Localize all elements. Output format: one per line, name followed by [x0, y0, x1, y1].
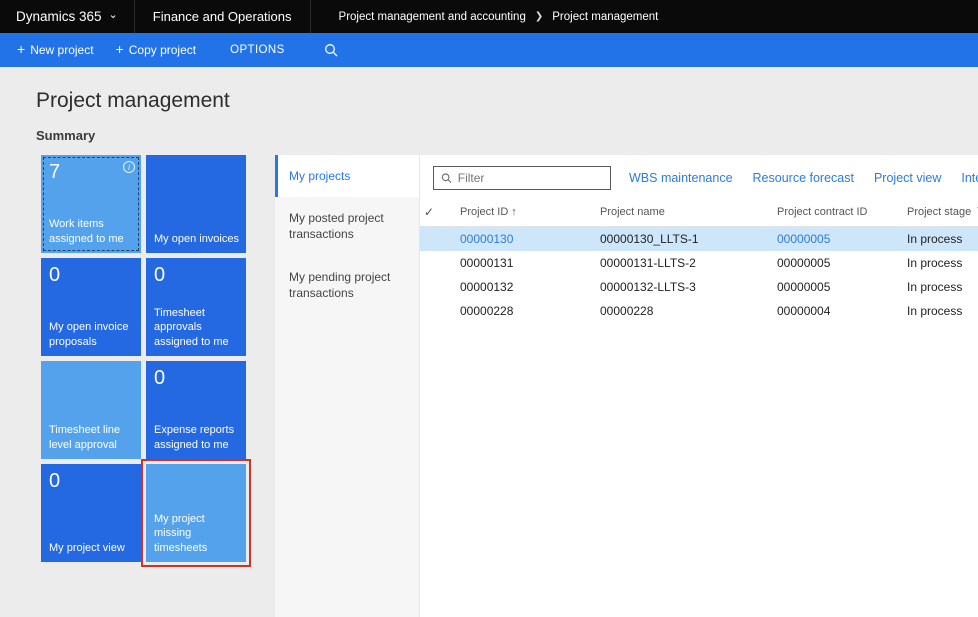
app-launcher[interactable]: Dynamics 365 ⌄: [0, 0, 134, 33]
sort-ascending-icon: ↑: [511, 206, 517, 218]
summary-section-label: Summary: [36, 128, 978, 143]
search-icon: [324, 43, 338, 57]
breadcrumb: Project management and accounting ❯ Proj…: [339, 11, 659, 23]
project-stage-cell: In process: [903, 299, 978, 323]
tab-my-projects[interactable]: My projects: [275, 155, 419, 197]
project-id-cell[interactable]: 00000131: [456, 251, 596, 275]
chevron-down-icon: ⌄: [109, 8, 118, 21]
table-row[interactable]: 00000132 00000132-LLTS-3 00000005 In pro…: [420, 275, 978, 299]
contract-id-cell[interactable]: 00000004: [773, 299, 903, 323]
new-project-button[interactable]: + New project: [6, 33, 105, 67]
grid-links: WBS maintenance Resource forecast Projec…: [611, 171, 978, 185]
tile-label: Timesheet line level approval: [49, 423, 136, 452]
project-stage-cell: In process: [903, 275, 978, 299]
wbs-maintenance-link[interactable]: WBS maintenance: [629, 171, 733, 185]
contract-id-cell[interactable]: 00000005: [773, 227, 903, 252]
tile-label: Expense reports assigned to me: [154, 423, 241, 452]
tile-timesheet-line-level-approval[interactable]: Timesheet line level approval: [41, 361, 141, 459]
page-title: Project management: [36, 89, 978, 113]
chevron-right-icon: ❯: [535, 11, 543, 22]
tile-timesheet-approvals[interactable]: 0 Timesheet approvals assigned to me: [146, 258, 246, 356]
check-icon: ✓: [424, 205, 434, 219]
tile-work-items-assigned[interactable]: 7 i Work items assigned to me: [41, 155, 141, 253]
projects-table: ✓ Project ID↑ Project name Project contr…: [420, 199, 978, 323]
projects-panel: My projects My posted project transactio…: [275, 155, 978, 617]
project-name-cell: 00000132-LLTS-3: [596, 275, 773, 299]
project-stage-cell: In process: [903, 227, 978, 252]
new-project-label: New project: [30, 43, 93, 57]
table-row[interactable]: 00000228 00000228 00000004 In process: [420, 299, 978, 323]
project-stage-cell: In process: [903, 251, 978, 275]
table-row[interactable]: 00000130 00000130_LLTS-1 00000005 In pro…: [420, 227, 978, 252]
app-title: Dynamics 365: [16, 9, 102, 24]
page-body: Project management Summary 7 i Work item…: [0, 67, 978, 617]
copy-project-label: Copy project: [129, 43, 196, 57]
tile-count: 0: [49, 470, 133, 492]
tile-label: Work items assigned to me: [49, 217, 136, 246]
tile-my-project-missing-timesheets[interactable]: My project missing timesheets: [146, 464, 246, 562]
project-view-link[interactable]: Project view: [874, 171, 941, 185]
options-menu-button[interactable]: OPTIONS: [219, 33, 296, 67]
summary-tiles: 7 i Work items assigned to me My open in…: [41, 155, 245, 617]
tile-my-project-view[interactable]: 0 My project view: [41, 464, 141, 562]
tile-count: 0: [49, 264, 133, 286]
tile-my-open-invoices[interactable]: My open invoices: [146, 155, 246, 253]
table-header-row: ✓ Project ID↑ Project name Project contr…: [420, 199, 978, 227]
tile-my-open-invoice-proposals[interactable]: 0 My open invoice proposals: [41, 258, 141, 356]
project-name-cell: 00000131-LLTS-2: [596, 251, 773, 275]
tile-label: My project missing timesheets: [154, 512, 241, 555]
tab-my-posted-project-transactions[interactable]: My posted project transactions: [275, 197, 419, 255]
projects-grid-area: WBS maintenance Resource forecast Projec…: [420, 155, 978, 617]
breadcrumb-module[interactable]: Project management and accounting: [339, 11, 526, 23]
breadcrumb-page[interactable]: Project management: [552, 11, 658, 23]
module-title[interactable]: Finance and Operations: [135, 0, 310, 33]
column-project-id[interactable]: Project ID↑: [456, 199, 596, 227]
select-all-header[interactable]: ✓: [420, 199, 456, 227]
tile-count: 7: [49, 161, 133, 183]
project-id-cell[interactable]: 00000130: [456, 227, 596, 252]
tile-label: My open invoices: [154, 232, 241, 246]
tile-expense-reports[interactable]: 0 Expense reports assigned to me: [146, 361, 246, 459]
row-select-cell[interactable]: [420, 275, 456, 299]
project-id-cell[interactable]: 00000228: [456, 299, 596, 323]
column-project-contract-id[interactable]: Project contract ID: [773, 199, 903, 227]
plus-icon: +: [116, 41, 124, 57]
project-name-cell: 00000130_LLTS-1: [596, 227, 773, 252]
tile-label: My project view: [49, 541, 136, 555]
tab-my-pending-project-transactions[interactable]: My pending project transactions: [275, 256, 419, 314]
filter-input[interactable]: [458, 171, 603, 185]
plus-icon: +: [17, 41, 25, 57]
contract-id-cell[interactable]: 00000005: [773, 275, 903, 299]
row-select-cell[interactable]: [420, 251, 456, 275]
project-id-cell[interactable]: 00000132: [456, 275, 596, 299]
search-button[interactable]: [324, 43, 338, 57]
grid-toolbar: WBS maintenance Resource forecast Projec…: [420, 155, 978, 199]
info-icon[interactable]: i: [123, 161, 135, 173]
tile-label: Timesheet approvals assigned to me: [154, 306, 241, 349]
row-select-cell[interactable]: [420, 299, 456, 323]
project-name-cell: 00000228: [596, 299, 773, 323]
vertical-tab-list: My projects My posted project transactio…: [275, 155, 420, 617]
filter-box[interactable]: [433, 166, 611, 190]
row-select-cell[interactable]: [420, 227, 456, 252]
resource-forecast-link[interactable]: Resource forecast: [753, 171, 854, 185]
column-project-stage[interactable]: Project stage: [903, 199, 978, 227]
intelligence-link[interactable]: Intelligence: [961, 171, 978, 185]
tile-label: My open invoice proposals: [49, 320, 136, 349]
column-project-name[interactable]: Project name: [596, 199, 773, 227]
table-row[interactable]: 00000131 00000131-LLTS-2 00000005 In pro…: [420, 251, 978, 275]
contract-id-cell[interactable]: 00000005: [773, 251, 903, 275]
copy-project-button[interactable]: + Copy project: [105, 33, 208, 67]
search-icon: [441, 172, 452, 184]
divider: [310, 0, 311, 33]
action-bar: + New project + Copy project OPTIONS: [0, 33, 978, 67]
top-navigation-bar: Dynamics 365 ⌄ Finance and Operations Pr…: [0, 0, 978, 33]
tile-count: 0: [154, 367, 238, 389]
tile-count: 0: [154, 264, 238, 286]
